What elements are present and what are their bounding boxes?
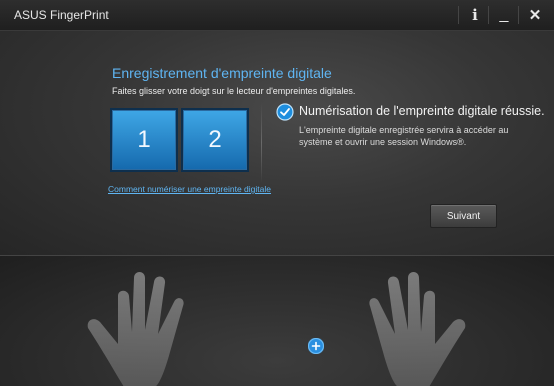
help-link[interactable]: Comment numériser une empreinte digitale — [108, 184, 271, 194]
minimize-button[interactable]: _ — [491, 0, 517, 30]
info-button[interactable]: i — [462, 0, 488, 30]
close-button[interactable]: ✕ — [522, 0, 548, 30]
hands-panel — [0, 255, 554, 386]
enrollment-panel: Enregistrement d'empreinte digitale Fait… — [0, 31, 554, 255]
scan-tile-1: 1 — [110, 108, 178, 172]
instruction-text: Faites glisser votre doigt sur le lecteu… — [112, 86, 356, 96]
right-hand-icon — [369, 272, 466, 386]
titlebar-separator — [518, 6, 519, 24]
fingerprint-window: ASUS FingerPrint i _ ✕ Enregistrement d'… — [0, 0, 554, 386]
info-icon: i — [472, 6, 478, 24]
success-title: Numérisation de l'empreinte digitale réu… — [299, 104, 545, 118]
close-icon: ✕ — [528, 7, 542, 24]
scan-tile-label: 1 — [137, 126, 151, 153]
next-button-label: Suivant — [446, 210, 481, 222]
divider — [261, 103, 262, 183]
titlebar-separator — [458, 6, 459, 24]
success-description: L'empreinte digitale enregistrée servira… — [299, 125, 509, 147]
minimize-icon: _ — [499, 6, 509, 23]
titlebar-separator — [488, 6, 489, 24]
scan-tile-label: 2 — [208, 126, 222, 153]
left-hand-icon — [87, 272, 184, 386]
check-circle-icon — [276, 103, 294, 121]
scan-tile-2: 2 — [181, 108, 249, 172]
plus-circle-icon[interactable] — [308, 338, 324, 354]
title-bar: ASUS FingerPrint i _ ✕ — [0, 0, 554, 31]
next-button[interactable]: Suivant — [430, 204, 497, 228]
page-title: Enregistrement d'empreinte digitale — [112, 65, 332, 81]
window-title: ASUS FingerPrint — [14, 8, 109, 22]
